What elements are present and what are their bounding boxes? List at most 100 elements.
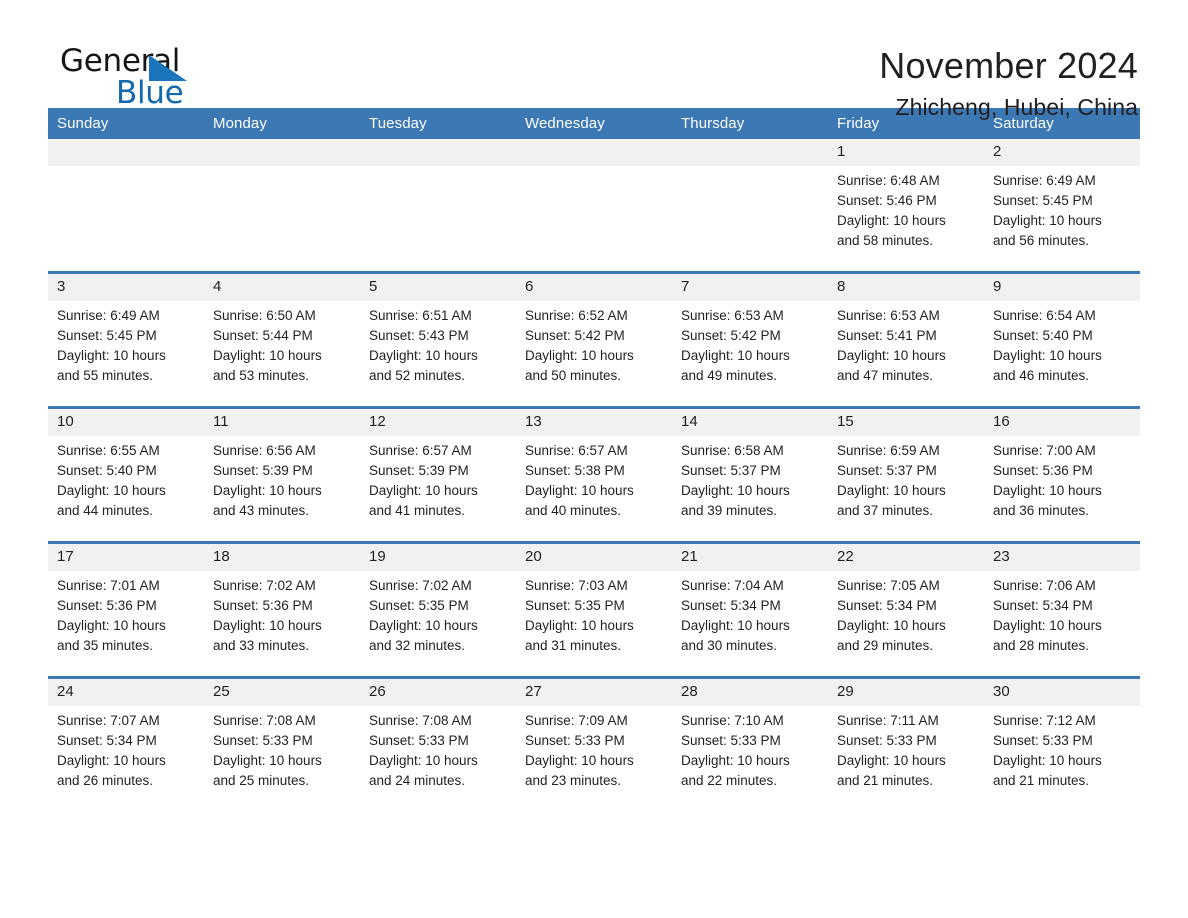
calendar-day-cell[interactable]: 6 Sunrise: 6:52 AM Sunset: 5:42 PM Daylight… xyxy=(516,272,672,409)
calendar-day-cell[interactable]: 16 Sunrise: 7:00 AM Sunset: 5:36 PM Dayligh… xyxy=(984,407,1140,544)
calendar-day-cell[interactable]: 20 Sunrise: 7:03 AM Sunset: 5:35 PM Dayligh… xyxy=(516,542,672,679)
calendar-day-cell[interactable]: 9 Sunrise: 6:54 AM Sunset: 5:40 PM Daylight… xyxy=(984,272,1140,409)
calendar-day-cell[interactable]: 18 Sunrise: 7:02 AM Sunset: 5:36 PM Dayligh… xyxy=(204,542,360,679)
sunset-time: Sunset: 5:45 PM xyxy=(993,193,1093,208)
calendar-day-cell[interactable]: 13 Sunrise: 6:57 AM Sunset: 5:38 PM Dayligh… xyxy=(516,407,672,544)
day-cell-content: 9 Sunrise: 6:54 AM Sunset: 5:40 PM Daylight… xyxy=(984,274,1140,406)
daylight-duration-line2: and 43 minutes. xyxy=(213,503,310,518)
daylight-duration-line2: and 21 minutes. xyxy=(993,773,1090,788)
daylight-duration-line1: Daylight: 10 hours xyxy=(525,483,634,498)
sunset-time: Sunset: 5:45 PM xyxy=(57,328,157,343)
calendar-day-cell[interactable]: 30 Sunrise: 7:12 AM Sunset: 5:33 PM Dayligh… xyxy=(984,678,1140,812)
calendar-cell-empty xyxy=(360,139,516,274)
day-cell-content: 23 Sunrise: 7:06 AM Sunset: 5:34 PM Dayligh… xyxy=(984,544,1140,676)
day-cell-content: 4 Sunrise: 6:50 AM Sunset: 5:44 PM Daylight… xyxy=(204,274,360,406)
day-number xyxy=(672,139,828,166)
calendar-day-cell[interactable]: 28 Sunrise: 7:10 AM Sunset: 5:33 PM Dayligh… xyxy=(672,678,828,812)
daylight-duration-line2: and 22 minutes. xyxy=(681,773,778,788)
calendar-day-cell[interactable]: 4 Sunrise: 6:50 AM Sunset: 5:44 PM Daylight… xyxy=(204,272,360,409)
sunset-time: Sunset: 5:37 PM xyxy=(837,463,937,478)
day-cell-content: 11 Sunrise: 6:56 AM Sunset: 5:39 PM Dayligh… xyxy=(204,409,360,541)
calendar-day-cell[interactable]: 1 Sunrise: 6:48 AM Sunset: 5:46 PM Daylight… xyxy=(828,139,984,274)
day-number xyxy=(516,139,672,166)
calendar-page: General Blue November 2024 Zhicheng, Hub… xyxy=(0,0,1188,918)
day-cell-content: 5 Sunrise: 6:51 AM Sunset: 5:43 PM Daylight… xyxy=(360,274,516,406)
sunrise-time: Sunrise: 6:49 AM xyxy=(993,173,1096,188)
calendar-day-cell[interactable]: 19 Sunrise: 7:02 AM Sunset: 5:35 PM Dayligh… xyxy=(360,542,516,679)
daylight-duration-line2: and 28 minutes. xyxy=(993,638,1090,653)
calendar-day-cell[interactable]: 14 Sunrise: 6:58 AM Sunset: 5:37 PM Dayligh… xyxy=(672,407,828,544)
day-number: 15 xyxy=(828,409,984,436)
sunrise-time: Sunrise: 6:56 AM xyxy=(213,443,316,458)
calendar-day-cell[interactable]: 25 Sunrise: 7:08 AM Sunset: 5:33 PM Dayligh… xyxy=(204,678,360,812)
day-cell-content: 26 Sunrise: 7:08 AM Sunset: 5:33 PM Dayligh… xyxy=(360,679,516,811)
day-cell-content: 28 Sunrise: 7:10 AM Sunset: 5:33 PM Dayligh… xyxy=(672,679,828,811)
calendar-day-cell[interactable]: 17 Sunrise: 7:01 AM Sunset: 5:36 PM Dayligh… xyxy=(48,542,204,679)
calendar-day-cell[interactable]: 22 Sunrise: 7:05 AM Sunset: 5:34 PM Dayligh… xyxy=(828,542,984,679)
sunset-time: Sunset: 5:36 PM xyxy=(213,598,313,613)
sunset-time: Sunset: 5:38 PM xyxy=(525,463,625,478)
calendar-day-cell[interactable]: 5 Sunrise: 6:51 AM Sunset: 5:43 PM Daylight… xyxy=(360,272,516,409)
day-cell-content: 2 Sunrise: 6:49 AM Sunset: 5:45 PM Daylight… xyxy=(984,139,1140,271)
sunrise-time: Sunrise: 6:54 AM xyxy=(993,308,1096,323)
calendar-day-cell[interactable]: 15 Sunrise: 6:59 AM Sunset: 5:37 PM Dayligh… xyxy=(828,407,984,544)
daylight-duration-line1: Daylight: 10 hours xyxy=(993,618,1102,633)
day-sun-info: Sunrise: 6:59 AM Sunset: 5:37 PM Daylight:… xyxy=(828,436,984,521)
calendar-day-cell[interactable]: 3 Sunrise: 6:49 AM Sunset: 5:45 PM Daylight… xyxy=(48,272,204,409)
calendar-day-cell[interactable]: 10 Sunrise: 6:55 AM Sunset: 5:40 PM Dayligh… xyxy=(48,407,204,544)
day-cell-content: 19 Sunrise: 7:02 AM Sunset: 5:35 PM Dayligh… xyxy=(360,544,516,676)
day-cell-content: 21 Sunrise: 7:04 AM Sunset: 5:34 PM Dayligh… xyxy=(672,544,828,676)
sunrise-time: Sunrise: 7:10 AM xyxy=(681,713,784,728)
day-sun-info: Sunrise: 6:50 AM Sunset: 5:44 PM Daylight:… xyxy=(204,301,360,386)
day-cell-content: 14 Sunrise: 6:58 AM Sunset: 5:37 PM Dayligh… xyxy=(672,409,828,541)
daylight-duration-line1: Daylight: 10 hours xyxy=(681,348,790,363)
calendar-day-cell[interactable]: 11 Sunrise: 6:56 AM Sunset: 5:39 PM Dayligh… xyxy=(204,407,360,544)
sunrise-time: Sunrise: 7:08 AM xyxy=(369,713,472,728)
day-sun-info: Sunrise: 6:53 AM Sunset: 5:42 PM Daylight:… xyxy=(672,301,828,386)
generalblue-logo[interactable]: General Blue xyxy=(48,44,248,116)
day-number: 26 xyxy=(360,679,516,706)
calendar-cell-empty xyxy=(672,139,828,274)
calendar-day-cell[interactable]: 21 Sunrise: 7:04 AM Sunset: 5:34 PM Dayligh… xyxy=(672,542,828,679)
daylight-duration-line1: Daylight: 10 hours xyxy=(369,483,478,498)
day-sun-info: Sunrise: 7:03 AM Sunset: 5:35 PM Daylight:… xyxy=(516,571,672,656)
day-sun-info: Sunrise: 7:12 AM Sunset: 5:33 PM Daylight:… xyxy=(984,706,1140,791)
calendar-day-cell[interactable]: 12 Sunrise: 6:57 AM Sunset: 5:39 PM Dayligh… xyxy=(360,407,516,544)
day-cell-content: 8 Sunrise: 6:53 AM Sunset: 5:41 PM Daylight… xyxy=(828,274,984,406)
logo-text-blue: Blue xyxy=(116,75,184,111)
daylight-duration-line2: and 56 minutes. xyxy=(993,233,1090,248)
calendar-day-cell[interactable]: 7 Sunrise: 6:53 AM Sunset: 5:42 PM Daylight… xyxy=(672,272,828,409)
sunset-time: Sunset: 5:40 PM xyxy=(57,463,157,478)
daylight-duration-line1: Daylight: 10 hours xyxy=(57,483,166,498)
weekday-header-tuesday: Tuesday xyxy=(360,108,516,139)
day-number: 19 xyxy=(360,544,516,571)
sunset-time: Sunset: 5:43 PM xyxy=(369,328,469,343)
sunset-time: Sunset: 5:41 PM xyxy=(837,328,937,343)
day-cell-content: 16 Sunrise: 7:00 AM Sunset: 5:36 PM Dayligh… xyxy=(984,409,1140,541)
calendar-day-cell[interactable]: 26 Sunrise: 7:08 AM Sunset: 5:33 PM Dayligh… xyxy=(360,678,516,812)
day-number: 11 xyxy=(204,409,360,436)
calendar-day-cell[interactable]: 2 Sunrise: 6:49 AM Sunset: 5:45 PM Daylight… xyxy=(984,139,1140,274)
day-cell-content: 15 Sunrise: 6:59 AM Sunset: 5:37 PM Dayligh… xyxy=(828,409,984,541)
day-sun-info: Sunrise: 7:01 AM Sunset: 5:36 PM Daylight:… xyxy=(48,571,204,656)
daylight-duration-line1: Daylight: 10 hours xyxy=(837,483,946,498)
calendar-day-cell[interactable]: 23 Sunrise: 7:06 AM Sunset: 5:34 PM Dayligh… xyxy=(984,542,1140,679)
daylight-duration-line2: and 55 minutes. xyxy=(57,368,154,383)
day-number: 17 xyxy=(48,544,204,571)
daylight-duration-line2: and 23 minutes. xyxy=(525,773,622,788)
calendar-day-cell[interactable]: 29 Sunrise: 7:11 AM Sunset: 5:33 PM Dayligh… xyxy=(828,678,984,812)
calendar-cell-empty xyxy=(204,139,360,274)
calendar-day-cell[interactable]: 24 Sunrise: 7:07 AM Sunset: 5:34 PM Dayligh… xyxy=(48,678,204,812)
day-sun-info: Sunrise: 7:04 AM Sunset: 5:34 PM Daylight:… xyxy=(672,571,828,656)
calendar-day-cell[interactable]: 8 Sunrise: 6:53 AM Sunset: 5:41 PM Daylight… xyxy=(828,272,984,409)
day-number: 7 xyxy=(672,274,828,301)
day-number: 20 xyxy=(516,544,672,571)
calendar-day-cell[interactable]: 27 Sunrise: 7:09 AM Sunset: 5:33 PM Dayligh… xyxy=(516,678,672,812)
daylight-duration-line2: and 24 minutes. xyxy=(369,773,466,788)
day-sun-info: Sunrise: 7:11 AM Sunset: 5:33 PM Daylight:… xyxy=(828,706,984,791)
day-cell-content: 3 Sunrise: 6:49 AM Sunset: 5:45 PM Daylight… xyxy=(48,274,204,406)
daylight-duration-line1: Daylight: 10 hours xyxy=(837,618,946,633)
day-cell-content: 1 Sunrise: 6:48 AM Sunset: 5:46 PM Daylight… xyxy=(828,139,984,271)
sunrise-time: Sunrise: 6:53 AM xyxy=(681,308,784,323)
daylight-duration-line2: and 50 minutes. xyxy=(525,368,622,383)
